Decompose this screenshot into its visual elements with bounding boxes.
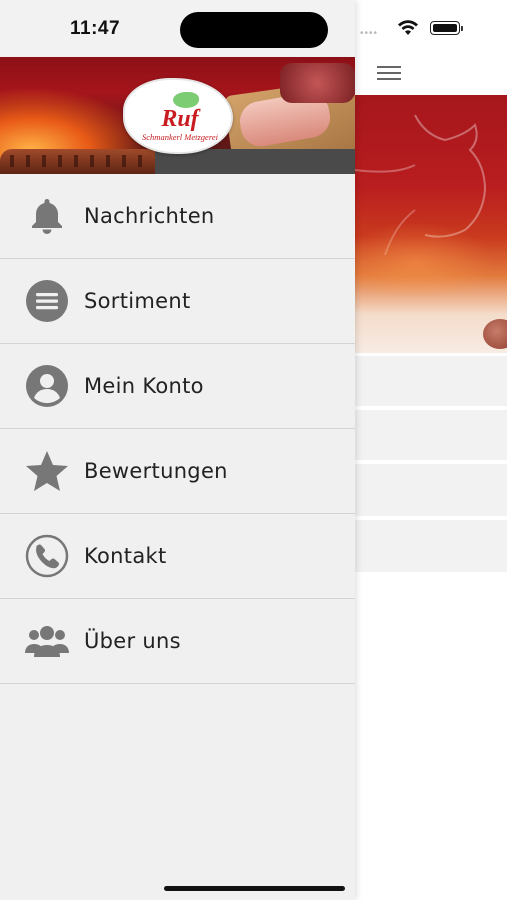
group-icon	[24, 621, 70, 661]
brand-logo: Ruf Schmankerl Metzgerei	[123, 78, 233, 154]
list-item[interactable]	[355, 464, 507, 516]
status-bar-right: ••••	[360, 16, 507, 42]
status-bar: 11:47	[0, 0, 355, 56]
menu-item-label: Kontakt	[84, 544, 167, 568]
menu-item-ueber-uns[interactable]: Über uns	[0, 599, 355, 684]
signal-dots-icon: ••••	[360, 28, 379, 39]
menu-item-sortiment[interactable]: Sortiment	[0, 259, 355, 344]
hero-image	[355, 95, 507, 353]
wifi-icon	[398, 20, 418, 35]
brand-tagline: Schmankerl Metzgerei	[142, 132, 218, 142]
app-toolbar	[355, 56, 507, 94]
phone-icon	[24, 534, 70, 578]
list-icon	[24, 280, 70, 322]
menu-toggle-icon[interactable]	[377, 66, 401, 82]
brand-name: Ruf	[161, 106, 199, 132]
list-item[interactable]	[355, 356, 507, 406]
drawer-menu: Nachrichten Sortiment Mein Konto Bewertu…	[0, 174, 355, 684]
meat-image	[483, 319, 507, 349]
salami-image	[280, 63, 355, 103]
star-icon	[24, 451, 70, 491]
menu-item-label: Sortiment	[84, 289, 191, 313]
list-item[interactable]	[355, 410, 507, 460]
menu-item-nachrichten[interactable]: Nachrichten	[0, 174, 355, 259]
navigation-drawer: 11:47 Ruf Schmankerl Metzgerei Nachricht…	[0, 0, 355, 900]
menu-item-kontakt[interactable]: Kontakt	[0, 514, 355, 599]
menu-item-bewertungen[interactable]: Bewertungen	[0, 429, 355, 514]
account-icon	[24, 365, 70, 407]
dynamic-island	[180, 12, 328, 48]
glow-effect	[355, 215, 507, 295]
list-item[interactable]	[355, 520, 507, 572]
home-indicator[interactable]	[164, 886, 345, 891]
bell-icon	[24, 196, 70, 236]
status-time: 11:47	[70, 18, 121, 39]
grilled-meat-image	[0, 149, 170, 174]
menu-item-label: Nachrichten	[84, 204, 215, 228]
battery-icon	[430, 21, 463, 35]
menu-item-label: Über uns	[84, 629, 181, 653]
menu-item-mein-konto[interactable]: Mein Konto	[0, 344, 355, 429]
menu-item-label: Mein Konto	[84, 374, 204, 398]
menu-item-label: Bewertungen	[84, 459, 228, 483]
